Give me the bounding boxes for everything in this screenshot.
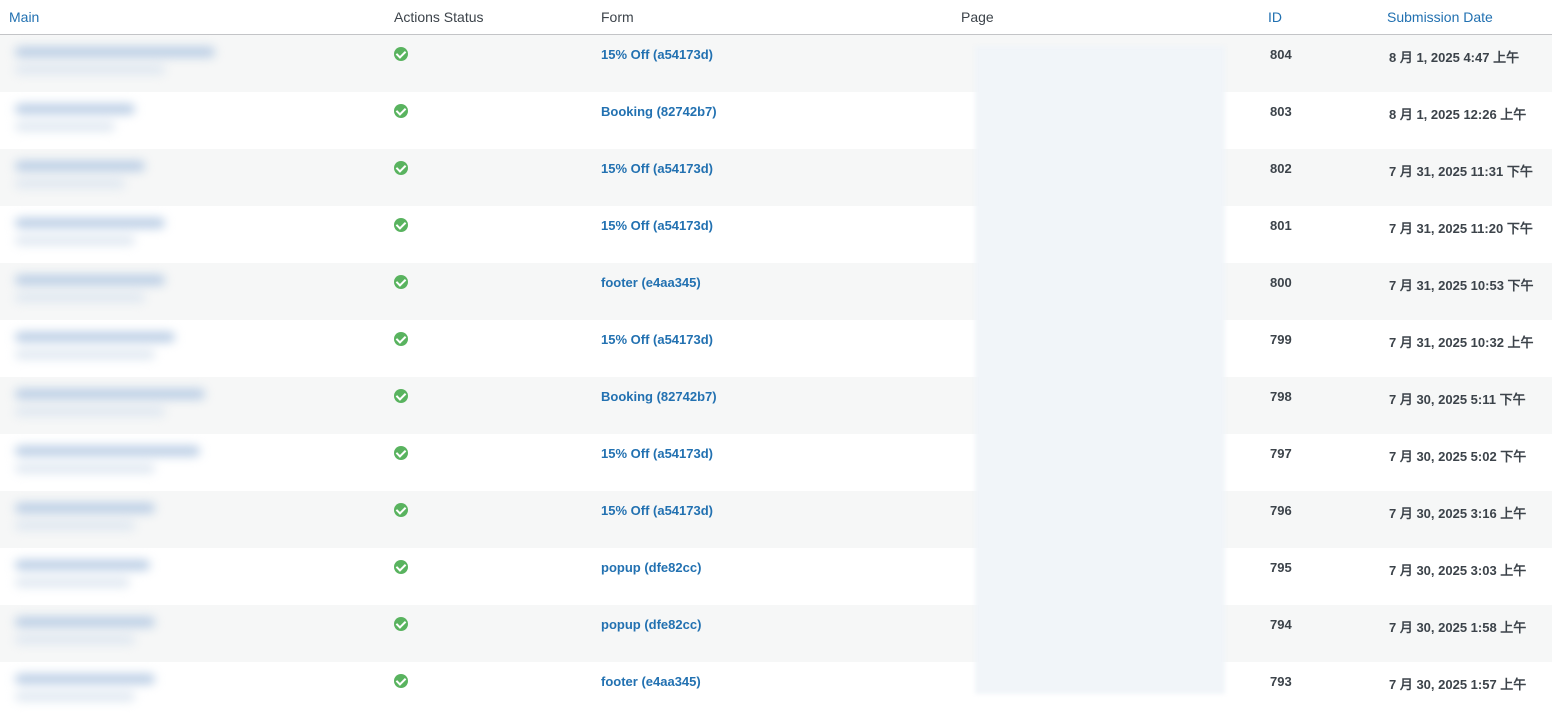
actions-status-cell [394,104,408,121]
redacted-content [9,328,274,370]
actions-status-cell [394,446,408,463]
column-header-main[interactable]: Main [9,9,39,25]
form-link[interactable]: 15% Off (a54173d) [601,161,713,176]
redacted-content [9,613,274,655]
submission-id: 797 [1270,446,1292,461]
actions-status-cell [394,560,408,577]
submission-date: 7 月 30, 2025 5:11 下午 [1389,392,1526,407]
check-circle-icon [394,332,408,346]
table-row[interactable]: 15% Off (a54173d)Shng...7977 月 30, 2025 … [0,434,1552,491]
check-circle-icon [394,503,408,517]
column-header-submission-date[interactable]: Submission Date [1387,9,1493,25]
submission-id: 795 [1270,560,1292,575]
form-link[interactable]: 15% Off (a54173d) [601,332,713,347]
submission-date: 7 月 30, 2025 1:57 上午 [1389,677,1527,692]
check-circle-icon [394,275,408,289]
table-row[interactable]: footer (e4aa345)Maes...7937 月 30, 2025 1… [0,662,1552,719]
actions-status-cell [394,674,408,691]
check-circle-icon [394,218,408,232]
form-link[interactable]: 15% Off (a54173d) [601,218,713,233]
actions-status-cell [394,218,408,235]
check-circle-icon [394,617,408,631]
check-circle-icon [394,104,408,118]
submission-date: 8 月 1, 2025 12:26 上午 [1389,107,1527,122]
submission-date: 7 月 31, 2025 10:53 下午 [1389,278,1534,293]
redacted-content [9,100,274,142]
column-header-form: Form [601,9,634,25]
table-row[interactable]: footer (e4aa345)Sh8007 月 31, 2025 10:53 … [0,263,1552,320]
redacted-content [9,442,274,484]
actions-status-cell [394,617,408,634]
submission-date: 7 月 31, 2025 11:20 下午 [1389,221,1533,236]
table-row[interactable]: Booking (82742b7)Ap8038 月 1, 2025 12:26 … [0,92,1552,149]
redacted-content [9,214,274,256]
actions-status-cell [394,161,408,178]
redacted-content [9,157,274,199]
form-link[interactable]: popup (dfe82cc) [601,560,701,575]
redacted-content [9,271,274,313]
form-link[interactable]: Booking (82742b7) [601,389,717,404]
actions-status-cell [394,332,408,349]
submission-id: 796 [1270,503,1292,518]
redacted-content [9,499,274,541]
check-circle-icon [394,389,408,403]
submission-id: 793 [1270,674,1292,689]
submission-id: 801 [1270,218,1292,233]
actions-status-cell [394,47,408,64]
table-row[interactable]: 15% Off (a54173d)Asn...8027 月 31, 2025 1… [0,149,1552,206]
submission-date: 8 月 1, 2025 4:47 上午 [1389,50,1520,65]
table-row[interactable]: Booking (82742b7)Ap7987 月 30, 2025 5:11 … [0,377,1552,434]
check-circle-icon [394,674,408,688]
table-header: Main Actions Status Form Page ID Submiss… [0,0,1552,35]
redacted-page-overlay [975,46,1225,694]
submission-id: 802 [1270,161,1292,176]
table-body: 15% Off (a54173d)Shng...8048 月 1, 2025 4… [0,35,1552,719]
submission-date: 7 月 30, 2025 5:02 下午 [1389,449,1527,464]
submission-date: 7 月 30, 2025 3:16 上午 [1389,506,1527,521]
form-link[interactable]: footer (e4aa345) [601,275,701,290]
submission-id: 804 [1270,47,1292,62]
form-link[interactable]: popup (dfe82cc) [601,617,701,632]
submission-id: 799 [1270,332,1292,347]
redacted-content [9,43,274,85]
submission-date: 7 月 31, 2025 11:31 下午 [1389,164,1533,179]
form-link[interactable]: 15% Off (a54173d) [601,446,713,461]
table-row[interactable]: 15% Off (a54173d)Shlo...7997 月 31, 2025 … [0,320,1552,377]
submission-id: 803 [1270,104,1292,119]
submission-date: 7 月 31, 2025 10:32 上午 [1389,335,1534,350]
column-header-id[interactable]: ID [1268,9,1282,25]
submission-date: 7 月 30, 2025 1:58 上午 [1389,620,1527,635]
check-circle-icon [394,560,408,574]
submissions-table: Main Actions Status Form Page ID Submiss… [0,0,1552,719]
actions-status-cell [394,275,408,292]
form-link[interactable]: Booking (82742b7) [601,104,717,119]
table-row[interactable]: popup (dfe82cc)Co7957 月 30, 2025 3:03 上午 [0,548,1552,605]
redacted-content [9,670,274,712]
actions-status-cell [394,389,408,406]
submission-id: 794 [1270,617,1292,632]
check-circle-icon [394,446,408,460]
form-link[interactable]: 15% Off (a54173d) [601,47,713,62]
check-circle-icon [394,161,408,175]
column-header-actions-status: Actions Status [394,9,484,25]
form-link[interactable]: footer (e4aa345) [601,674,701,689]
redacted-content [9,385,274,427]
check-circle-icon [394,47,408,61]
column-header-page: Page [961,9,994,25]
redacted-content [9,556,274,598]
table-row[interactable]: 15% Off (a54173d)Asn...8017 月 31, 2025 1… [0,206,1552,263]
submission-date: 7 月 30, 2025 3:03 上午 [1389,563,1527,578]
actions-status-cell [394,503,408,520]
submission-id: 798 [1270,389,1292,404]
table-row[interactable]: 15% Off (a54173d)Shng...8048 月 1, 2025 4… [0,35,1552,92]
table-row[interactable]: 15% Off (a54173d)Asn...7967 月 30, 2025 3… [0,491,1552,548]
form-link[interactable]: 15% Off (a54173d) [601,503,713,518]
table-row[interactable]: popup (dfe82cc)th7947 月 30, 2025 1:58 上午 [0,605,1552,662]
submission-id: 800 [1270,275,1292,290]
